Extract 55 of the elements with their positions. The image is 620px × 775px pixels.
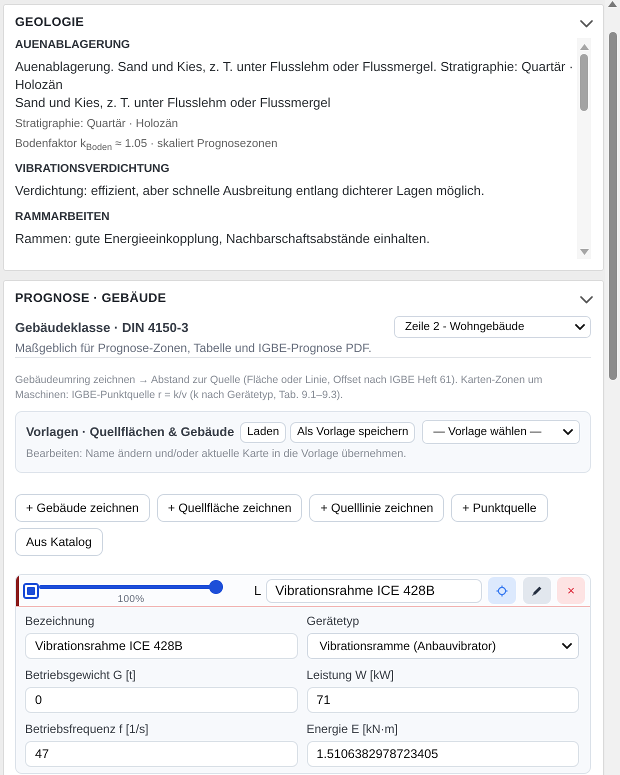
scrollbar-thumb[interactable]: [608, 32, 616, 380]
chevron-down-icon[interactable]: [580, 20, 593, 28]
level-reading: 100%: [118, 594, 144, 606]
hint-text: Maßgeblich für Prognose‑Zonen, Tabelle und IGBE‑Prognose PDF.: [15, 340, 373, 356]
building-class-label: Gebäudeklasse · DIN 4150‑3: [15, 320, 188, 334]
caret-icon: [563, 429, 573, 435]
note-text: Bodenfaktor k$_{Boden}$ ≈ 1.05 · skaliert Prognosezonen: [15, 137, 278, 152]
select-field[interactable]: Vibrationsramme (Anbauvibrator): [306, 633, 579, 659]
slider-thumb[interactable]: [209, 580, 223, 594]
field-label: Betriebsfrequenz f [1/s]: [25, 721, 150, 737]
name-input[interactable]: Vibrationsrahme ICE 428B: [266, 578, 482, 602]
chevron-down-icon[interactable]: [580, 296, 593, 304]
delete-button[interactable]: ×: [557, 577, 585, 604]
scroll-up-icon[interactable]: [608, 1, 617, 7]
field-label: Energie E [kN·m]: [306, 721, 399, 737]
caret-icon: [562, 643, 572, 649]
pencil-icon: [531, 584, 543, 596]
input-field[interactable]: 0: [25, 687, 298, 713]
action-button[interactable]: + Quelllinie zeichnen: [309, 494, 444, 522]
input-field[interactable]: 47: [25, 741, 298, 767]
description-text: Verdichtung: effizient, aber schnelle Ausbreitung entlang dichterer Lagen möglich.: [15, 182, 486, 200]
field-label: Leistung W [kW]: [306, 667, 395, 683]
source-tag: L: [254, 583, 262, 598]
description-text: Sand und Kies, z. T. unter Flusslehm oder Flussmergel: [15, 94, 332, 112]
action-button[interactable]: Aus Katalog: [15, 528, 103, 556]
note-text: Gebäudeumring zeichnen → Abstand zur Quelle (Fläche oder Linie, Offset nach IGBE Heft 61). Karten‑Zonen um Maschinen: IGBE‑Punktquelle r = k/v (k nach Gerätetyp, Tab. 9.1–9.3).: [15, 373, 544, 403]
action-button[interactable]: + Punktquelle: [451, 494, 548, 522]
templates-title: Vorlagen · Quellflächen & Gebäude: [26, 425, 234, 439]
description-text: Rammen: gute Energieeinkopplung, Nachbarschaftsabstände einhalten.: [15, 230, 431, 248]
panel-title: PROGNOSE · GEBÄUDE: [15, 290, 166, 306]
input-field[interactable]: Vibrationsrahme ICE 428B: [25, 633, 298, 659]
template-button[interactable]: Als Vorlage speichern: [290, 422, 416, 442]
target-button[interactable]: [488, 577, 516, 604]
edit-button[interactable]: [523, 577, 551, 604]
field-label: Betriebsgewicht G [t]: [25, 667, 137, 683]
scrollbar-thumb[interactable]: [580, 54, 588, 111]
panel-title: GEOLOGIE: [15, 14, 84, 30]
section-heading: AUENABLAGERUNG: [15, 38, 131, 53]
input-field[interactable]: 1.5106382978723405: [306, 741, 579, 767]
section-heading: RAMMARBEITEN: [15, 210, 111, 225]
input-field[interactable]: 71: [306, 687, 579, 713]
building-class-select[interactable]: Zeile 2 - Wohngebäude: [394, 316, 591, 338]
hint-text: Bearbeiten: Name ändern und/oder aktuelle Karte in die Vorlage übernehmen.: [26, 447, 408, 462]
caret-icon: [575, 324, 585, 330]
template-select[interactable]: — Vorlage wählen —: [422, 420, 580, 444]
action-button[interactable]: + Quellfläche zeichnen: [156, 494, 302, 522]
field-label: Gerätetyp: [306, 613, 360, 629]
checkbox[interactable]: [23, 582, 39, 598]
action-button[interactable]: + Gebäude zeichnen: [15, 494, 150, 522]
description-text: Auenablagerung. Sand und Kies, z. T. unter Flusslehm oder Flussmergel. Stratigraphie: Quartär · Holozän: [15, 58, 574, 94]
crosshair-icon: [496, 584, 508, 596]
note-text: Stratigraphie: Quartär · Holozän: [15, 117, 179, 132]
field-label: Bezeichnung: [25, 613, 96, 629]
section-heading: VIBRATIONSVERDICHTUNG: [15, 162, 170, 177]
template-button[interactable]: Laden: [240, 422, 286, 442]
